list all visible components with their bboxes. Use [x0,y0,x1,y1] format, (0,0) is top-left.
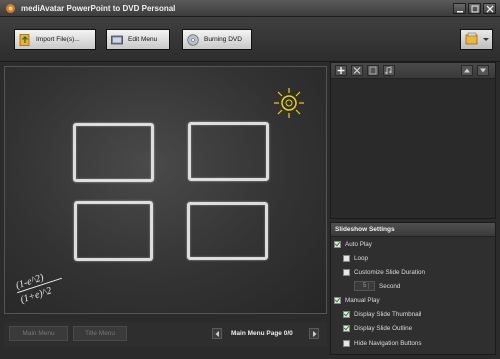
chevron-down-icon [483,38,489,41]
customize-duration-label: Customize Slide Duration [354,269,426,276]
display-outline-label: Display Slide Outline [354,325,413,332]
slideshow-settings-panel: Slideshow Settings Auto Play Loop Custom… [330,222,496,355]
music-button[interactable] [383,65,395,76]
main-menu-button[interactable]: Main Menu [9,326,68,341]
template-folder-icon [465,32,489,45]
edit-icon [369,66,377,75]
thumbnail-frame-1[interactable] [73,123,154,182]
app-logo-icon [6,4,15,13]
auto-play-option[interactable]: Auto Play [334,241,372,248]
menu-navigation-bar: Main Menu Title Menu Main Menu Page 0/0 [4,322,327,347]
edit-menu-label: Edit Menu [128,36,158,43]
file-list-toolbar [331,63,495,79]
close-icon [486,5,494,13]
burning-dvd-label: Burning DVD [204,36,242,43]
file-list-panel [330,62,496,219]
thumbnail-frame-4[interactable] [187,202,268,260]
arrow-left-icon [215,331,219,337]
close-button[interactable] [483,3,496,14]
slide-duration-row: 5 Second [354,281,400,291]
delete-icon [353,67,361,74]
burning-dvd-button[interactable]: Burning DVD [182,29,252,50]
add-file-button[interactable] [335,65,347,76]
import-files-label: Import File(s)... [36,36,80,43]
display-outline-option[interactable]: Display Slide Outline [343,325,412,332]
title-menu-button[interactable]: Title Menu [73,326,127,341]
hide-navigation-checkbox[interactable] [343,340,350,347]
chalk-formula: (1-e^2) (1+e)^2 [14,272,63,306]
edit-file-button[interactable] [367,65,379,76]
manual-play-option[interactable]: Manual Play [334,297,380,304]
arrow-up-icon [464,68,470,73]
edit-menu-icon [111,34,123,46]
sun-doodle-icon [274,88,304,118]
maximize-icon [471,5,479,13]
loop-checkbox[interactable] [343,255,350,262]
loop-option[interactable]: Loop [343,255,368,262]
title-bar: mediAvatar PowerPoint to DVD Personal [0,0,500,17]
remove-file-button[interactable] [351,65,363,76]
slide-duration-spinner[interactable]: 5 [354,281,375,291]
page-indicator: Main Menu Page 0/0 [231,330,293,337]
thumbnail-frame-3[interactable] [74,201,153,261]
duration-unit-label: Second [379,282,401,290]
plus-icon [337,67,345,74]
display-thumbnail-label: Display Slide Thumbnail [354,311,422,318]
arrow-right-icon [313,331,317,337]
hide-navigation-option[interactable]: Hide Navigation Buttons [343,340,422,347]
auto-play-checkbox[interactable] [334,241,341,248]
minimize-icon [457,11,463,13]
display-thumbnail-option[interactable]: Display Slide Thumbnail [343,311,421,318]
maximize-button[interactable] [468,3,481,14]
next-page-button[interactable] [309,328,319,339]
thumbnail-frame-2[interactable] [188,122,269,181]
music-icon [385,66,392,75]
menu-preview-canvas: (1-e^2) (1+e)^2 [4,66,327,314]
import-file-icon [19,33,31,46]
minimize-button[interactable] [453,3,466,14]
move-down-button[interactable] [477,65,489,76]
auto-play-label: Auto Play [345,241,372,248]
import-files-button[interactable]: Import File(s)... [14,29,96,50]
window-title: mediAvatar PowerPoint to DVD Personal [21,4,176,13]
main-toolbar: Import File(s)... Edit Menu Burning DVD [0,17,500,62]
previous-page-button[interactable] [212,328,222,339]
menu-template-dropdown[interactable] [460,29,493,50]
move-up-button[interactable] [461,65,473,76]
manual-play-label: Manual Play [345,297,380,304]
display-thumbnail-checkbox[interactable] [343,311,350,318]
edit-menu-button[interactable]: Edit Menu [106,29,170,50]
loop-label: Loop [354,255,369,262]
arrow-down-icon [480,68,486,73]
settings-title: Slideshow Settings [331,223,495,237]
customize-duration-option[interactable]: Customize Slide Duration [343,269,425,276]
dvd-disc-icon [187,33,199,46]
manual-play-checkbox[interactable] [334,297,341,304]
display-outline-checkbox[interactable] [343,325,350,332]
customize-duration-checkbox[interactable] [343,269,350,276]
hide-navigation-label: Hide Navigation Buttons [354,340,422,347]
